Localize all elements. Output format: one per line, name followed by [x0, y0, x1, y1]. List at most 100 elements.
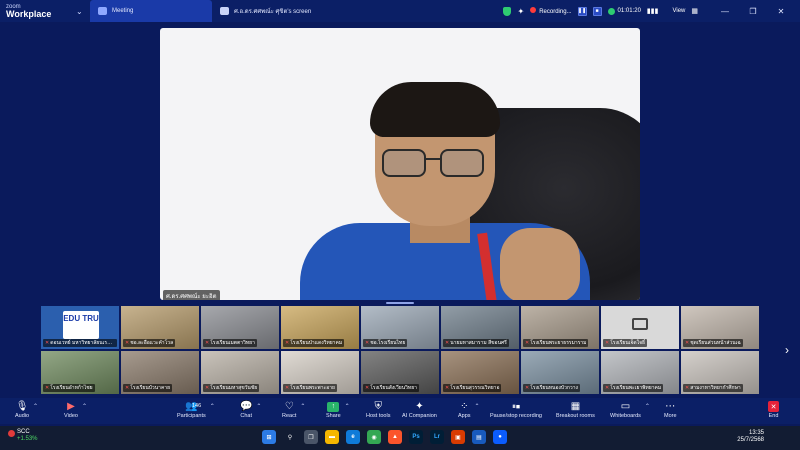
whiteboards-button[interactable]: ▭ Whiteboards ⌃ [610, 400, 650, 419]
react-button[interactable]: ♡ React ⌃ [282, 400, 305, 419]
stop-recording-icon[interactable]: ■ [592, 6, 602, 16]
participant-name-text: โรงเรียนเมตตาวิทยา [210, 340, 255, 346]
participant-name: ✕โรงเรียนป่าแดงวิทยาคม [283, 339, 345, 347]
more-dots-icon: ⋯ [665, 401, 676, 412]
windows-taskbar: SCC +1.53% ⊞ ⚲ ❐ ▬ e ◉ ▲ Ps Lr ▣ ▤ ● 13:… [0, 426, 800, 450]
minimize-icon[interactable]: — [714, 7, 736, 16]
participant-name: ✕โรงเรียนอำหก้าไชย [43, 384, 95, 392]
file-explorer-icon[interactable]: ▬ [325, 430, 339, 444]
participants-label: Participants [177, 413, 206, 419]
chrome-browser-icon[interactable]: ◉ [367, 430, 381, 444]
video-caret-icon[interactable]: ⌃ [82, 403, 87, 410]
participant-tile[interactable]: ✕ชอ.โรงเรียนไทย [360, 305, 440, 350]
pause-recording-icon[interactable]: ❚❚ [577, 6, 587, 16]
restore-icon[interactable]: ❐ [742, 7, 764, 16]
audio-caret-icon[interactable]: ⌃ [33, 403, 38, 410]
participant-tile[interactable]: ✕โรงเรียนอำหก้าไชย [40, 350, 120, 395]
participant-tile[interactable]: ✕โรงเรียนพระพาะอาย [280, 350, 360, 395]
powerpoint-icon[interactable]: ▣ [451, 430, 465, 444]
share-button[interactable]: ↑ Share ⌃ [326, 400, 350, 419]
brand-bottom: Workplace [6, 8, 52, 19]
edge-browser-icon[interactable]: e [346, 430, 360, 444]
ai-spark-icon[interactable]: ✦ [517, 7, 524, 16]
system-clock[interactable]: 13:35 25/7/2568 [737, 430, 764, 444]
tab-meeting[interactable]: Meeting [90, 0, 212, 22]
tab-shared-screen[interactable]: ศ.อ.ดร.ศศพณ์ะ ศุขิต's screen [212, 0, 342, 22]
end-label: End [768, 413, 779, 419]
participant-tile[interactable]: ✕โรงเรียนบัวนาคาย [120, 350, 200, 395]
tab-meeting-label: Meeting [112, 8, 134, 14]
participant-tile[interactable]: ✕โรงเรียนป่าแดงวิทยาคม [280, 305, 360, 350]
participant-tile[interactable]: ✕โรงเรียนหนองบัวกวาง [520, 350, 600, 395]
chevron-down-icon[interactable]: ⌄ [76, 7, 84, 16]
people-icon [98, 7, 107, 15]
participants-caret-icon[interactable]: ⌃ [210, 403, 215, 410]
breakout-rooms-button[interactable]: ▦ Breakout rooms [556, 400, 595, 419]
apps-grid-icon: ⁘ [460, 401, 469, 412]
close-icon[interactable]: ✕ [770, 7, 792, 16]
muted-mic-icon: ✕ [125, 340, 130, 346]
participant-tile[interactable]: ✕โรงเรียนสังเวียนวิทยา [360, 350, 440, 395]
edu-tru-logo: EDU TRU [63, 311, 99, 339]
participant-name-text: โรงเรียนพะเยาพิทยาคม [610, 385, 662, 391]
brave-browser-icon[interactable]: ▲ [388, 430, 402, 444]
ai-companion-button[interactable]: ✦ AI Companion [402, 400, 437, 419]
participant-tile[interactable]: ✕โรงเรียนมหาสุขวันชัย [200, 350, 280, 395]
participant-name-text: โรงเรียนพระยาธรรมาราม [530, 340, 587, 346]
share-caret-icon[interactable]: ⌃ [345, 403, 350, 410]
presenter-hand [500, 228, 580, 300]
windows-start-icon[interactable]: ⊞ [262, 430, 276, 444]
ai-companion-icon: ✦ [415, 401, 424, 412]
whiteboards-caret-icon[interactable]: ⌃ [645, 403, 650, 410]
chat-caret-icon[interactable]: ⌃ [256, 403, 261, 410]
video-button[interactable]: ▶ Video ⌃ [64, 400, 87, 419]
presenter-hair [370, 82, 500, 137]
word-icon[interactable]: ▤ [472, 430, 486, 444]
participants-button[interactable]: 👥 146 Participants ⌃ [177, 400, 215, 419]
tab-screen-label: ศ.อ.ดร.ศศพณ์ะ ศุขิต's screen [234, 9, 312, 15]
lightroom-icon[interactable]: Lr [430, 430, 444, 444]
resize-handle[interactable] [386, 302, 414, 304]
chat-label: Chat [240, 413, 253, 419]
participant-name: ✕โรงเรียนเมตตาวิทยา [203, 339, 257, 347]
participant-tile[interactable]: ✕โรงเรียนเมตตาวิทยา [200, 305, 280, 350]
participant-name-text: ชุดเรียนส่วนหน้าส่วนเฉ [690, 340, 741, 346]
muted-mic-icon: ✕ [685, 385, 690, 391]
heart-icon: ♡ [284, 401, 294, 412]
photoshop-icon[interactable]: Ps [409, 430, 423, 444]
react-caret-icon[interactable]: ⌃ [300, 403, 305, 410]
participant-tile[interactable]: EDU TRU ✕ดอนเวทย์ มหาวิทยาลัยนเรศวร [40, 305, 120, 350]
participant-tile[interactable]: ✕โรงเรียนเจ็ดใจธิ์ [600, 305, 680, 350]
zoom-app-icon[interactable]: ● [493, 430, 507, 444]
participant-tile[interactable]: ✕ชอ.ละอือแวะคำโวล [120, 305, 200, 350]
end-button[interactable]: ✕ End [768, 400, 779, 419]
pause-recording-button[interactable]: ⏸⏹ Pause/stop recording [490, 400, 542, 420]
chat-button[interactable]: 💬 Chat ⌃ [240, 400, 261, 419]
taskbar-search-icon[interactable]: ⚲ [283, 430, 297, 444]
grid-view-icon[interactable]: ▦ [691, 7, 698, 15]
stock-widget[interactable]: SCC +1.53% [8, 429, 38, 442]
muted-mic-icon: ✕ [445, 340, 450, 346]
participant-tile[interactable]: ✕นายมหาสมาราม สีขอนศรี [440, 305, 520, 350]
apps-caret-icon[interactable]: ⌃ [475, 403, 480, 410]
participant-name-text: โรงเรียนสุวรรณวิทยาอ [450, 385, 500, 391]
participant-tile[interactable]: ✕โรงเรียนสุวรรณวิทยาอ [440, 350, 520, 395]
share-label: Share [326, 413, 341, 419]
audio-label: Audio [15, 413, 30, 419]
host-tools-button[interactable]: ⛨ Host tools [366, 400, 390, 419]
whiteboards-label: Whiteboards [610, 413, 641, 419]
breakout-label: Breakout rooms [556, 413, 595, 419]
participant-tile[interactable]: ✕โรงเรียนพระยาธรรมาราม [520, 305, 600, 350]
participant-tile[interactable]: ✕ชุดเรียนส่วนหน้าส่วนเฉ [680, 305, 760, 350]
next-page-arrow-icon[interactable]: › [785, 343, 789, 357]
end-meeting-icon: ✕ [768, 401, 779, 412]
apps-button[interactable]: ⁘ Apps ⌃ [458, 400, 480, 419]
more-button[interactable]: ⋯ More [664, 400, 677, 419]
muted-mic-icon: ✕ [365, 340, 370, 346]
task-view-icon[interactable]: ❐ [304, 430, 318, 444]
security-shield-icon[interactable] [503, 6, 512, 16]
participant-tile[interactable]: ✕โรงเรียนพะเยาพิทยาคม [600, 350, 680, 395]
view-button[interactable]: View [672, 8, 685, 14]
participant-tile[interactable]: ✕สามงาหาวิทยากำศึกษา [680, 350, 760, 395]
audio-button[interactable]: 🎙 Audio ⌃ [15, 400, 38, 419]
